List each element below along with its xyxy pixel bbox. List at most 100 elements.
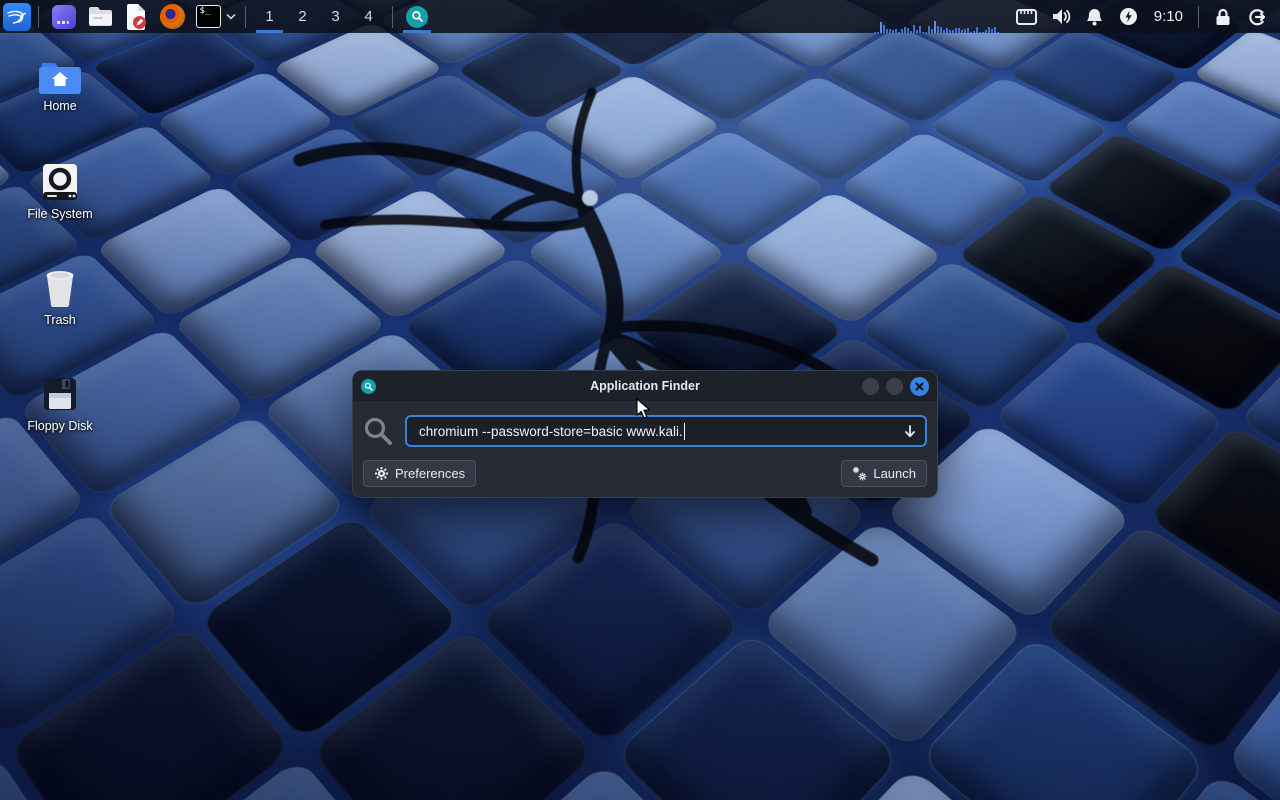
cpu-graph-bar xyxy=(886,29,888,33)
window-title: Application Finder xyxy=(353,379,937,393)
cpu-graph-bar xyxy=(985,30,987,33)
workspace-label: 4 xyxy=(364,8,372,25)
clock[interactable]: 9:10 xyxy=(1146,8,1191,25)
desktop-label: Floppy Disk xyxy=(27,419,92,433)
cpu-graph-bar xyxy=(937,26,939,33)
cpu-graph-bar xyxy=(970,32,972,33)
desktop-icon-floppy[interactable]: Floppy Disk xyxy=(12,374,108,433)
harddisk-icon xyxy=(40,162,80,202)
desktop-icon-home[interactable]: Home xyxy=(12,58,108,113)
desktop-icon-filesystem[interactable]: File System xyxy=(12,162,108,221)
launcher-file-manager[interactable] xyxy=(85,2,115,32)
cpu-graph-bar xyxy=(901,29,903,33)
app-window-icon xyxy=(52,5,76,29)
desktop-label: File System xyxy=(27,207,92,221)
application-finder-window: Application Finder chromium --password-s… xyxy=(352,370,938,498)
cpu-graph-bar xyxy=(934,21,936,33)
workspace-4[interactable]: 4 xyxy=(352,0,385,33)
panel-separator xyxy=(392,6,393,28)
speaker-icon xyxy=(1051,8,1071,25)
cpu-graph-bar xyxy=(994,27,996,33)
desktop-icon-trash[interactable]: Trash xyxy=(12,268,108,327)
trash-bin-icon xyxy=(40,268,80,308)
home-folder-icon xyxy=(39,58,81,94)
cpu-graph-bar xyxy=(961,30,963,33)
cpu-graph-bar xyxy=(880,22,882,33)
kali-logo-icon xyxy=(6,6,28,28)
cpu-graph-bar xyxy=(904,27,906,33)
launcher-app-window[interactable] xyxy=(49,2,79,32)
folder-icon xyxy=(88,6,113,27)
cpu-graph-bar xyxy=(973,31,975,33)
cpu-graph-bar xyxy=(991,29,993,33)
cpu-graph-bar xyxy=(979,32,981,33)
panel-separator xyxy=(1198,6,1199,28)
cpu-graph-bar xyxy=(928,26,930,33)
logout-button[interactable] xyxy=(1240,0,1274,33)
gear-icon xyxy=(374,466,389,481)
cpu-graph-bar xyxy=(877,32,879,33)
taskbar-application-finder[interactable] xyxy=(400,0,434,33)
cpu-graph-bar xyxy=(964,29,966,33)
workspace-2[interactable]: 2 xyxy=(286,0,319,33)
cpu-graph-bar xyxy=(958,28,960,33)
cpu-graph-bar xyxy=(982,32,984,33)
close-button[interactable] xyxy=(910,377,929,396)
search-input-value: chromium --password-store=basic www.kali… xyxy=(419,424,683,439)
cpu-graph-bar xyxy=(952,30,954,33)
cpu-graph-bar xyxy=(940,27,942,33)
cpu-graph-bar xyxy=(931,29,933,33)
cpu-graph-bar xyxy=(955,28,957,33)
lock-screen-button[interactable] xyxy=(1206,0,1240,33)
terminal-icon: $_ xyxy=(196,5,221,28)
floppy-disk-icon xyxy=(40,374,80,414)
desktop-label: Home xyxy=(43,99,76,113)
cpu-graph-bar xyxy=(943,30,945,33)
applications-menu-button[interactable] xyxy=(3,3,31,31)
dialog-body: chromium --password-store=basic www.kali… xyxy=(353,401,937,497)
history-dropdown-button[interactable] xyxy=(903,424,917,439)
cpu-graph-bar xyxy=(913,25,915,33)
search-input[interactable]: chromium --password-store=basic www.kali… xyxy=(405,415,927,447)
cpu-graph-bar xyxy=(922,32,924,33)
cpu-graph[interactable] xyxy=(874,0,1000,33)
minimize-button[interactable] xyxy=(862,378,879,395)
preferences-button[interactable]: Preferences xyxy=(363,460,476,487)
cpu-graph-bar xyxy=(997,32,999,33)
text-editor-icon xyxy=(125,4,147,30)
cpu-graph-bar xyxy=(988,27,990,33)
text-caret xyxy=(684,423,686,440)
power-manager-indicator[interactable] xyxy=(1112,0,1146,33)
panel-separator xyxy=(245,6,246,28)
window-buttons xyxy=(862,377,929,396)
launcher-firefox[interactable] xyxy=(157,2,187,32)
network-indicator[interactable] xyxy=(1010,0,1044,33)
launch-label: Launch xyxy=(873,466,916,481)
cpu-graph-bar xyxy=(967,28,969,33)
cpu-graph-bar xyxy=(916,30,918,33)
volume-indicator[interactable] xyxy=(1044,0,1078,33)
notifications-indicator[interactable] xyxy=(1078,0,1112,33)
appfinder-magnifier-icon xyxy=(406,6,428,28)
cpu-graph-bar xyxy=(919,26,921,33)
launcher-terminal[interactable]: $_ xyxy=(193,2,223,32)
cpu-graph-bar xyxy=(883,25,885,33)
top-panel: $_ 1 2 3 4 9:10 xyxy=(0,0,1280,33)
cpu-graph-bar xyxy=(889,29,891,33)
cpu-graph-bar xyxy=(946,28,948,33)
lock-icon xyxy=(1215,8,1231,26)
maximize-button[interactable] xyxy=(886,378,903,395)
launcher-text-editor[interactable] xyxy=(121,2,151,32)
ethernet-icon xyxy=(1016,9,1037,25)
terminal-dropdown-chevron[interactable] xyxy=(226,11,236,23)
launch-button[interactable]: Launch xyxy=(841,460,927,487)
power-lightning-icon xyxy=(1119,7,1138,26)
workspace-3[interactable]: 3 xyxy=(319,0,352,33)
cpu-graph-bar xyxy=(898,32,900,33)
workspace-label: 2 xyxy=(298,8,306,25)
cpu-graph-bar xyxy=(910,31,912,33)
arrow-down-icon xyxy=(903,424,917,439)
workspace-1[interactable]: 1 xyxy=(253,0,286,33)
titlebar[interactable]: Application Finder xyxy=(353,371,937,401)
execute-gears-icon xyxy=(852,466,867,481)
